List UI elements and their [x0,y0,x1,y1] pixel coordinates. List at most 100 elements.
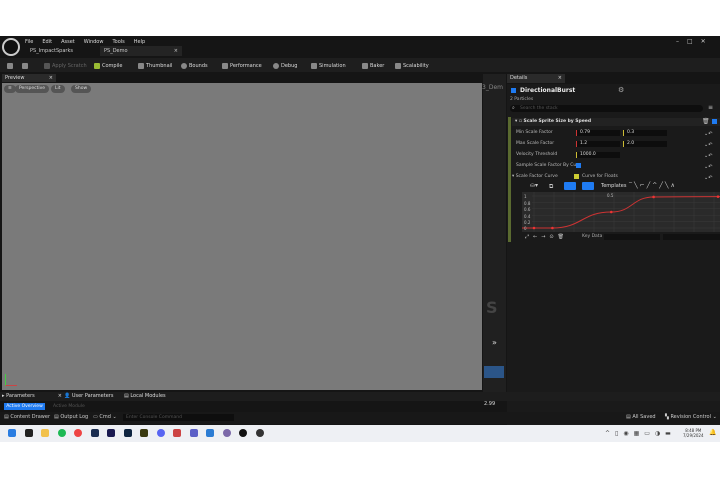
close-icon[interactable]: × [174,48,178,54]
cmd-dropdown[interactable]: ▭ Cmd ⌄ [93,414,117,420]
performance-button[interactable]: Performance [222,60,262,71]
app-icon[interactable] [206,429,214,437]
scalability-button[interactable]: Scalability [395,60,429,71]
module-enabled-checkbox[interactable] [712,119,717,124]
post-infinity-button[interactable] [582,182,594,190]
label: Performance [230,62,262,69]
tab-ps-impactsparks[interactable]: PS_ImpactSparks [26,46,77,56]
lit-button[interactable]: Lit [51,85,65,93]
unreal-taskbar-icon[interactable] [239,429,247,437]
emitter-enabled-checkbox[interactable] [511,88,516,93]
apply-scratch-button[interactable]: Apply Scratch [44,60,87,71]
curve-key[interactable] [652,195,655,199]
davinci-icon[interactable] [256,429,264,437]
tab-ps-demo[interactable]: PS_Demo × [100,46,182,56]
trash-icon[interactable]: 🗑 [702,118,710,125]
curve-key[interactable] [716,195,720,198]
curve-key[interactable] [532,226,536,230]
all-saved-button[interactable]: ▤ All Saved [626,414,656,420]
start-icon[interactable] [8,429,16,437]
key-data-value-input[interactable] [663,234,720,240]
task-view-icon[interactable] [25,429,33,437]
active-overview-tab[interactable]: Active Overview [4,403,45,410]
tab-details[interactable]: Details × [507,74,565,83]
viewport-menu-button[interactable]: ≡ [4,85,16,93]
pre-infinity-button[interactable] [564,182,576,190]
baker-button[interactable]: Baker [362,60,384,71]
tab-user-parameters[interactable]: 👤 User Parameters [64,393,113,399]
label: Compile [102,62,123,69]
velocity-threshold-input[interactable]: 1000.0 [576,152,620,158]
debug-button[interactable]: Debug [273,60,297,71]
chrome-icon[interactable] [74,429,82,437]
y-tick: 0.8 [524,201,531,206]
menu-help[interactable]: Help [134,39,145,45]
revision-control-button[interactable]: ▚ Revision Control ⌄ [665,414,717,420]
output-log-button[interactable]: ▤ Output Log [54,414,88,420]
app-icon[interactable] [223,429,231,437]
save-icon[interactable] [7,60,13,71]
curve-graph[interactable]: 1 0.8 0.6 0.4 0.2 0 0.5 [522,192,720,232]
menu-tools[interactable]: Tools [112,39,124,45]
menu-asset[interactable]: Asset [61,39,75,45]
gear-icon[interactable]: ⚙ [618,86,624,94]
lightroom-icon[interactable] [91,429,99,437]
reset-icons[interactable]: ⌄↶ ⌄↶ ⌄↶ ⌄↶ ⌄↶ [704,129,712,184]
app-icon[interactable] [140,429,148,437]
notification-bell-icon[interactable]: 🔔 [709,429,716,436]
max-scale-x-input[interactable]: 1.2 [576,141,620,147]
sample-scale-checkbox[interactable] [576,163,581,168]
key-data-time-input[interactable] [604,234,660,240]
photoshop-icon[interactable] [124,429,132,437]
thumbnail-button[interactable]: Thumbnail [138,60,172,71]
close-icon[interactable]: × [49,75,53,81]
premiere-icon[interactable] [107,429,115,437]
edit-curve-icon[interactable]: ⧉ [549,183,553,191]
tab-local-modules[interactable]: ▤ Local Modules [124,393,166,399]
menu-edit[interactable]: Edit [42,39,52,45]
discord-icon[interactable] [157,429,165,437]
filter-icon[interactable]: ≡ [708,104,713,111]
min-scale-x-input[interactable]: 0.79 [576,130,620,136]
clock[interactable]: 8:48 PM 7/29/2024 [683,428,704,438]
menu-file[interactable]: File [25,39,33,45]
preview-viewport[interactable] [2,83,482,390]
browse-icon[interactable] [22,60,28,71]
velocity-threshold-label: Velocity Threshold [516,152,558,157]
module-header[interactable]: ▾ ▫ Scale Sprite Size by Speed [512,118,720,126]
system-tray-icons[interactable]: ^▯◉▦▭◑▬ [605,430,676,437]
active-module-tab[interactable]: Active Module [53,404,85,409]
perspective-button[interactable]: Perspective [15,85,50,93]
search-input[interactable]: Search the stack [510,105,703,112]
tab-parameters[interactable]: ▸ Parameters × [2,393,62,399]
curve-key[interactable] [609,210,613,214]
teams-icon[interactable] [190,429,198,437]
simulation-button[interactable]: Simulation [311,60,346,71]
bounds-button[interactable]: Bounds [181,60,208,71]
curve-nav-icons[interactable]: ⤢←→⊙🗑 [525,234,568,240]
close-icon[interactable]: × [558,75,562,81]
curve-tool-icon[interactable]: ⛀▾ [530,182,538,189]
curve-templates[interactable]: ‾╲⌐╱^╱╲∧ [629,182,677,189]
content-drawer-button[interactable]: ▤ Content Drawer [4,414,50,420]
compile-button[interactable]: Compile [94,60,122,71]
max-scale-y-input[interactable]: 2.0 [623,141,667,147]
show-button[interactable]: Show [71,85,92,93]
app-icon[interactable] [173,429,181,437]
timeline-track[interactable] [484,366,504,378]
window-controls[interactable]: –□✕ [676,38,714,45]
system-name: 3_Dem [482,84,503,91]
menu-window[interactable]: Window [84,39,104,45]
search-icon: ⌕ [512,105,515,111]
s-glyph-icon: S [486,298,498,317]
spotify-icon[interactable] [58,429,66,437]
label: Debug [281,62,298,69]
expand-icon[interactable]: » [492,338,497,347]
min-scale-y-input[interactable]: 0.3 [623,130,667,136]
tab-preview[interactable]: Preview × [2,74,56,82]
file-explorer-icon[interactable] [41,429,49,437]
curve-key[interactable] [551,226,554,230]
close-icon[interactable]: × [58,393,62,399]
console-input[interactable]: Enter Console Command [123,414,234,421]
placeholder: Enter Console Command [126,415,182,420]
